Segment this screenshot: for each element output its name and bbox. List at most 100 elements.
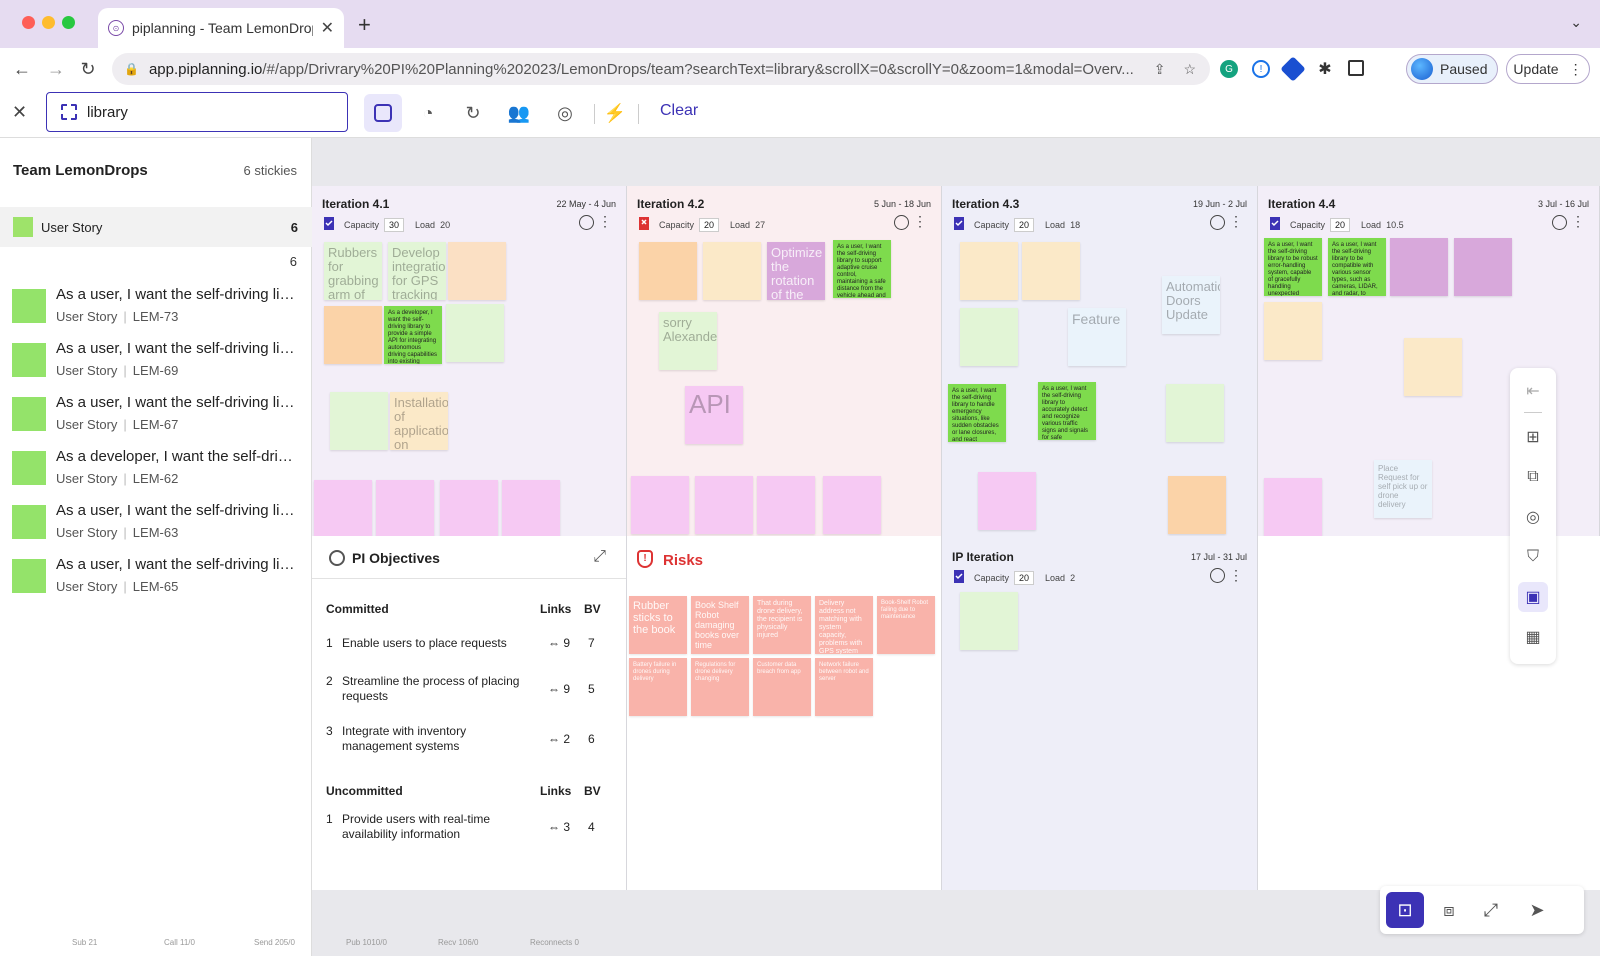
sticky-filter-icon[interactable] (364, 94, 402, 132)
risk-note[interactable]: Battery failure in drones during deliver… (629, 658, 687, 716)
sticky-note[interactable] (502, 480, 560, 538)
sticky-note[interactable] (978, 472, 1036, 530)
list-item[interactable]: As a user, I want the self-driving libra… (12, 339, 302, 385)
sticky-note[interactable] (1166, 384, 1224, 442)
sticky-note[interactable] (376, 480, 434, 538)
sticky-note[interactable] (1168, 476, 1226, 534)
minimize-window-button[interactable] (42, 16, 55, 29)
sticky-note[interactable] (324, 306, 382, 364)
sticky-note[interactable]: Develop integration for GPS tracking (388, 242, 446, 300)
risk-note[interactable]: Book Shelf Robot damaging books over tim… (691, 596, 749, 654)
sticky-note[interactable] (757, 476, 815, 534)
load-chart-icon[interactable] (1210, 215, 1225, 230)
sticky-note[interactable] (1390, 238, 1448, 296)
expand-icon[interactable]: ⤢ (593, 548, 606, 566)
sticky-note[interactable] (960, 592, 1018, 650)
kebab-menu-icon[interactable]: ⋮ (1571, 214, 1585, 228)
sticky-note[interactable]: As a user, I want the self-driving libra… (1264, 238, 1322, 296)
add-sticky-grid-icon[interactable]: ⊞ (1518, 422, 1548, 452)
target-icon[interactable]: ◎ (1518, 502, 1548, 532)
risk-note[interactable]: Rubber sticks to the book (629, 596, 687, 654)
password-extension-icon[interactable]: ! (1252, 60, 1270, 78)
sticky-note[interactable]: Automatic Doors Update (1162, 276, 1220, 334)
update-button[interactable]: Update ⋮ (1506, 54, 1590, 84)
close-search-icon[interactable]: ✕ (12, 102, 27, 123)
sticky-note[interactable] (823, 476, 881, 534)
sticky-note[interactable] (1022, 242, 1080, 300)
load-chart-icon[interactable] (579, 215, 594, 230)
sticky-note[interactable] (1454, 238, 1512, 296)
lightning-icon[interactable]: ⚡ (596, 94, 634, 132)
sticky-note[interactable]: Rubbers for grabbing arm of Book Shelf R… (324, 242, 382, 300)
sticky-note[interactable]: As a user, I want the self-driving libra… (1038, 382, 1096, 440)
dependencies-icon[interactable]: ⧉ (1518, 462, 1548, 492)
sticky-note[interactable]: As a user, I want the self-driving libra… (1328, 238, 1386, 296)
sticky-note[interactable]: Installation of application on Windows (390, 392, 448, 450)
list-item[interactable]: As a developer, I want the self-driving … (12, 447, 302, 493)
pointer-icon[interactable]: ➤ (1518, 892, 1556, 928)
sticky-note[interactable] (1264, 302, 1322, 360)
add-sticky-icon[interactable]: ⊡ (1386, 892, 1424, 928)
sticky-note[interactable] (695, 476, 753, 534)
sticky-note[interactable] (631, 476, 689, 534)
sticky-note[interactable] (330, 392, 388, 450)
sticky-note[interactable]: Feature (1068, 308, 1126, 366)
grammarly-extension-icon[interactable]: G (1220, 60, 1238, 78)
select-area-icon[interactable]: ⧈ (1430, 892, 1468, 928)
load-chart-icon[interactable] (1552, 215, 1567, 230)
bookmark-star-icon[interactable]: ☆ (1183, 61, 1196, 78)
kebab-menu-icon[interactable]: ⋮ (1229, 567, 1243, 584)
sticky-note[interactable]: sorry Alexander (659, 312, 717, 370)
sticky-note[interactable] (639, 242, 697, 300)
clear-button[interactable]: Clear (660, 102, 698, 120)
sticky-note[interactable]: API (685, 386, 743, 444)
kebab-menu-icon[interactable]: ⋮ (913, 214, 927, 228)
risk-note[interactable]: Network failure between robot and server (815, 658, 873, 716)
sticky-note[interactable] (314, 480, 372, 538)
sticky-note[interactable] (440, 480, 498, 538)
sticky-note[interactable]: Place Request for self pick up or drone … (1374, 460, 1432, 518)
sticky-note[interactable] (703, 242, 761, 300)
load-chart-icon[interactable] (894, 215, 909, 230)
risk-note[interactable]: Delivery address not matching with syste… (815, 596, 873, 654)
close-window-button[interactable] (22, 16, 35, 29)
sticky-note[interactable]: As a developer, I want the self-driving … (384, 306, 442, 364)
url-field[interactable]: 🔒 app.piplanning.io/#/app/Drivrary%20PI%… (112, 53, 1210, 85)
sticky-note[interactable]: As a user, I want the self-driving libra… (948, 384, 1006, 442)
back-arrow-icon[interactable]: ← (6, 59, 38, 80)
kebab-menu-icon[interactable]: ⋮ (598, 214, 612, 228)
dependency-toggle-icon[interactable]: ◎ (546, 94, 584, 132)
sticky-note[interactable] (446, 304, 504, 362)
search-input[interactable] (87, 103, 327, 121)
team-filter-icon[interactable]: 👥 (500, 94, 538, 132)
refresh-filter-icon[interactable]: ↻ (454, 94, 492, 132)
sidebar-toggle-icon[interactable] (1348, 60, 1364, 76)
search-box[interactable] (46, 92, 348, 132)
list-item[interactable]: As a user, I want the self-driving libra… (12, 555, 302, 601)
sticky-note[interactable]: Optimize the rotation of the deliver arm (767, 242, 825, 300)
collapse-left-icon[interactable]: ⇤ (1518, 376, 1548, 406)
tab-close-icon[interactable]: ✕ (321, 18, 334, 38)
sticky-note[interactable] (1404, 338, 1462, 396)
sticky-note[interactable] (960, 308, 1018, 366)
profile-button[interactable]: Paused (1406, 54, 1498, 84)
color-filter-icon[interactable]: ◔ (409, 94, 447, 132)
puzzle-extensions-icon[interactable]: ✱ (1316, 60, 1334, 78)
sticky-note[interactable] (1264, 478, 1322, 536)
chevron-down-icon[interactable]: ⌄ (1570, 14, 1582, 31)
list-item[interactable]: As a user, I want the self-driving libra… (12, 285, 302, 331)
risk-note[interactable]: That during drone delivery, the recipien… (753, 596, 811, 654)
sticky-note[interactable]: As a user, I want the self-driving libra… (833, 240, 891, 298)
browser-tab[interactable]: ⊙ piplanning - Team LemonDrops ✕ (98, 8, 344, 48)
risk-note[interactable]: Regulations for drone delivery changing (691, 658, 749, 716)
team-board-icon[interactable]: ▣ (1518, 582, 1548, 612)
new-tab-icon[interactable]: + (358, 12, 371, 38)
risk-note[interactable]: Book-Shelf Robot failing due to maintena… (877, 596, 935, 654)
qr-grid-icon[interactable]: ▦ (1518, 622, 1548, 652)
kebab-menu-icon[interactable]: ⋮ (1229, 214, 1243, 228)
sticky-note[interactable] (448, 242, 506, 300)
diamond-extension-icon[interactable] (1280, 56, 1306, 82)
list-item[interactable]: As a user, I want the self-driving libra… (12, 501, 302, 547)
fit-screen-icon[interactable]: ⤢ (1472, 892, 1510, 928)
sticky-note[interactable] (960, 242, 1018, 300)
